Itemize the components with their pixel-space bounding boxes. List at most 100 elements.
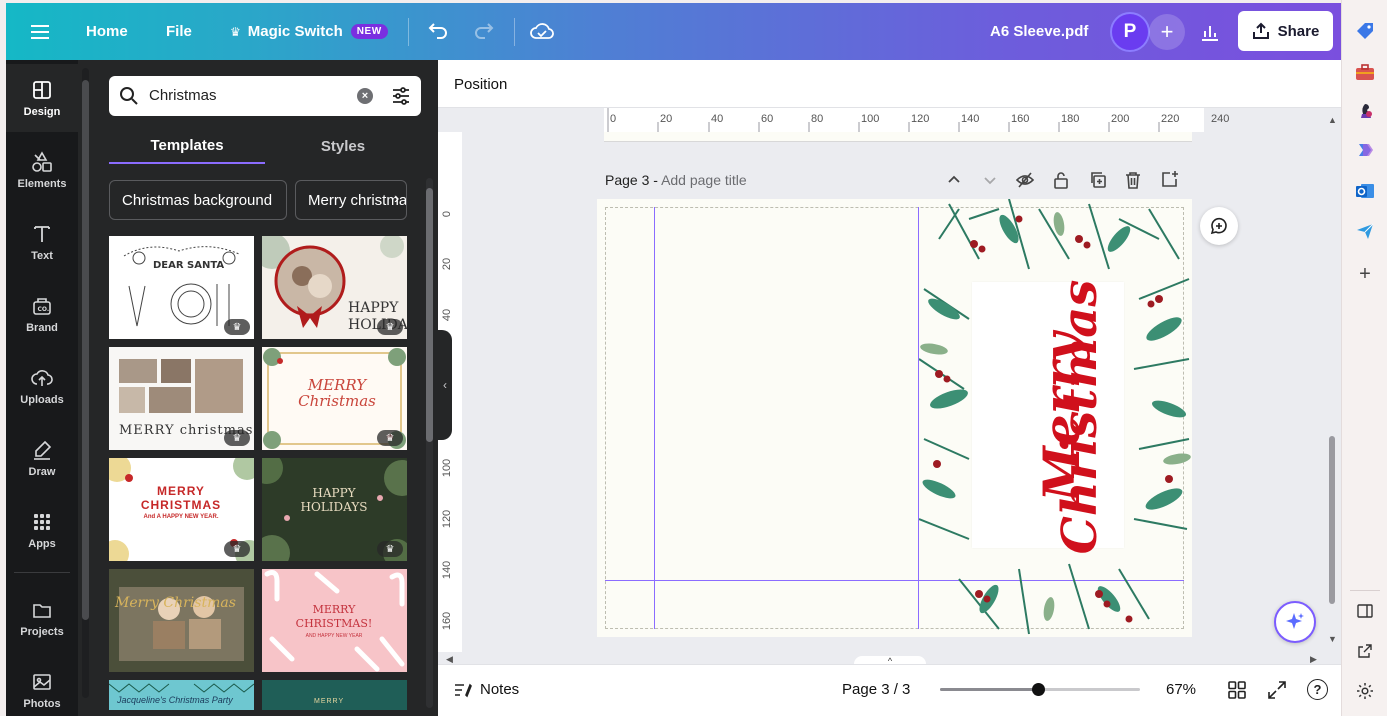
page-counter[interactable]: Page 3 / 3 [842, 681, 910, 698]
premium-crown-icon: ♛ [224, 319, 250, 335]
rail-item-text[interactable]: Text [6, 208, 78, 276]
rail-item-uploads[interactable]: Uploads [6, 352, 78, 420]
grid-view-icon[interactable] [1228, 681, 1246, 704]
tab-styles[interactable]: Styles [265, 128, 421, 164]
draw-icon [34, 440, 52, 460]
premium-crown-icon: ♛ [224, 430, 250, 446]
rail-item-design[interactable]: Design [6, 64, 78, 132]
fullscreen-icon[interactable] [1268, 681, 1286, 704]
ruler-tick-label: 200 [1111, 113, 1130, 125]
christmas-text[interactable]: Christmas [1052, 277, 1108, 557]
home-button[interactable]: Home [86, 3, 128, 60]
brand-icon: CO. [33, 297, 51, 315]
document-title[interactable]: A6 Sleeve.pdf [990, 3, 1088, 60]
elements-icon [32, 150, 52, 172]
rail-item-label: Projects [20, 625, 64, 638]
template-thumb-title: MERRY [314, 698, 345, 705]
rail-item-apps[interactable]: Apps [6, 496, 78, 564]
template-thumb[interactable]: Jacqueline's Christmas Party [109, 680, 254, 710]
zoom-slider[interactable] [940, 683, 1140, 696]
ruler-tick-label: 120 [441, 509, 454, 529]
tag-icon[interactable] [1354, 20, 1376, 42]
uploads-icon [31, 369, 53, 386]
rail-item-projects[interactable]: Projects [6, 584, 78, 652]
ruler-tick-label: 20 [441, 257, 454, 271]
editor-main: Position 0 20 40 60 80 100 120 140 160 1… [438, 60, 1341, 716]
rail-item-label: Uploads [20, 393, 64, 406]
template-thumb[interactable]: HAPPY HOLIDAYS ♛ [262, 236, 407, 339]
templates-scroll-thumb[interactable] [426, 188, 433, 442]
position-button[interactable]: Position [454, 76, 507, 93]
top-bar: Home File ♛ Magic Switch NEW A6 Sleeve.p… [6, 3, 1341, 60]
chip-merry-christmas[interactable]: Merry christmas [295, 180, 407, 220]
clear-search-icon[interactable]: × [357, 88, 373, 104]
comment-icon [1210, 217, 1227, 235]
template-thumb-subtitle: AND HAPPY NEW YEAR [305, 633, 363, 639]
analytics-icon[interactable] [1197, 19, 1223, 45]
collapse-panel-handle[interactable]: ‹ [438, 330, 452, 440]
lock-page-icon[interactable] [1053, 171, 1069, 194]
ruler-tick-label: 20 [660, 113, 673, 125]
filter-icon[interactable] [391, 86, 411, 106]
canvas-scroll-thumb[interactable] [1329, 436, 1335, 604]
help-icon[interactable]: ? [1307, 679, 1328, 700]
template-thumb[interactable]: MERRY christmas ♛ [109, 347, 254, 450]
page-label: Page 3 - [605, 172, 658, 188]
hide-page-icon[interactable] [1015, 171, 1035, 194]
copilot-icon[interactable] [1354, 139, 1376, 161]
template-thumb[interactable]: HAPPY HOLIDAYS ♛ [262, 458, 407, 561]
redo-icon[interactable] [472, 19, 496, 43]
add-comment-button[interactable] [1200, 207, 1238, 245]
search-input[interactable] [149, 87, 349, 104]
panel-tabs: Templates Styles [109, 128, 421, 164]
chip-scroll-right-icon[interactable]: › [394, 190, 408, 210]
send-icon[interactable] [1354, 220, 1376, 242]
template-thumb[interactable]: DEAR SANTA ♛ [109, 236, 254, 339]
panel-outer-scroll-thumb[interactable] [82, 80, 89, 620]
template-thumb[interactable]: Merry Christmas [109, 569, 254, 672]
rail-item-photos[interactable]: Photos [6, 656, 78, 716]
magic-switch-button[interactable]: ♛ Magic Switch NEW [230, 3, 388, 60]
undo-icon[interactable] [426, 19, 450, 43]
cloud-saved-icon[interactable] [528, 18, 556, 44]
rail-item-elements[interactable]: Elements [6, 136, 78, 204]
page-title-input[interactable]: Add page title [661, 172, 747, 188]
search-box[interactable]: × [109, 76, 421, 116]
tab-templates[interactable]: Templates [109, 128, 265, 164]
page-up-icon[interactable] [946, 172, 962, 193]
zoom-level[interactable]: 67% [1166, 681, 1196, 698]
ruler-tick-label: 40 [711, 113, 724, 125]
template-thumb[interactable]: MERRY CHRISTMAS And A HAPPY NEW YEAR. ♛ [109, 458, 254, 561]
canvas-scroll-up-icon[interactable]: ▲ [1328, 115, 1337, 125]
file-button[interactable]: File [166, 3, 192, 60]
magic-switch-label: Magic Switch [247, 23, 343, 40]
add-page-icon[interactable] [1161, 170, 1179, 193]
invite-plus-button[interactable]: + [1149, 14, 1185, 50]
delete-page-icon[interactable] [1125, 171, 1141, 194]
template-thumb[interactable]: MERRY CHRISTMAS! AND HAPPY NEW YEAR [262, 569, 407, 672]
duplicate-page-icon[interactable] [1089, 171, 1107, 194]
notes-button[interactable]: Notes [454, 681, 519, 698]
design-page[interactable]: Merry Christmas [597, 199, 1192, 637]
avatar[interactable]: P [1110, 12, 1150, 52]
menu-icon[interactable] [28, 20, 52, 44]
template-thumb[interactable]: MERRY [262, 680, 407, 710]
canvas-scroll-down-icon[interactable]: ▼ [1328, 634, 1337, 644]
chip-christmas-background[interactable]: Christmas background [109, 180, 287, 220]
sidebar-toggle-icon[interactable] [1354, 600, 1376, 622]
divider [514, 18, 515, 46]
rail-item-brand[interactable]: CO. Brand [6, 280, 78, 348]
external-link-icon[interactable] [1354, 640, 1376, 662]
toolbox-icon[interactable] [1354, 61, 1376, 83]
page-down-icon[interactable] [982, 172, 998, 193]
zoom-slider-thumb[interactable] [1032, 683, 1045, 696]
add-icon[interactable]: + [1354, 263, 1376, 285]
magic-assistant-button[interactable] [1274, 601, 1316, 643]
rail-item-draw[interactable]: Draw [6, 424, 78, 492]
rail-item-label: Elements [17, 177, 67, 190]
template-thumb[interactable]: MERRY Christmas ♛ [262, 347, 407, 450]
chess-piece-icon[interactable] [1354, 99, 1376, 121]
settings-gear-icon[interactable] [1354, 680, 1376, 702]
share-button[interactable]: Share [1238, 11, 1333, 51]
outlook-icon[interactable] [1354, 180, 1376, 202]
